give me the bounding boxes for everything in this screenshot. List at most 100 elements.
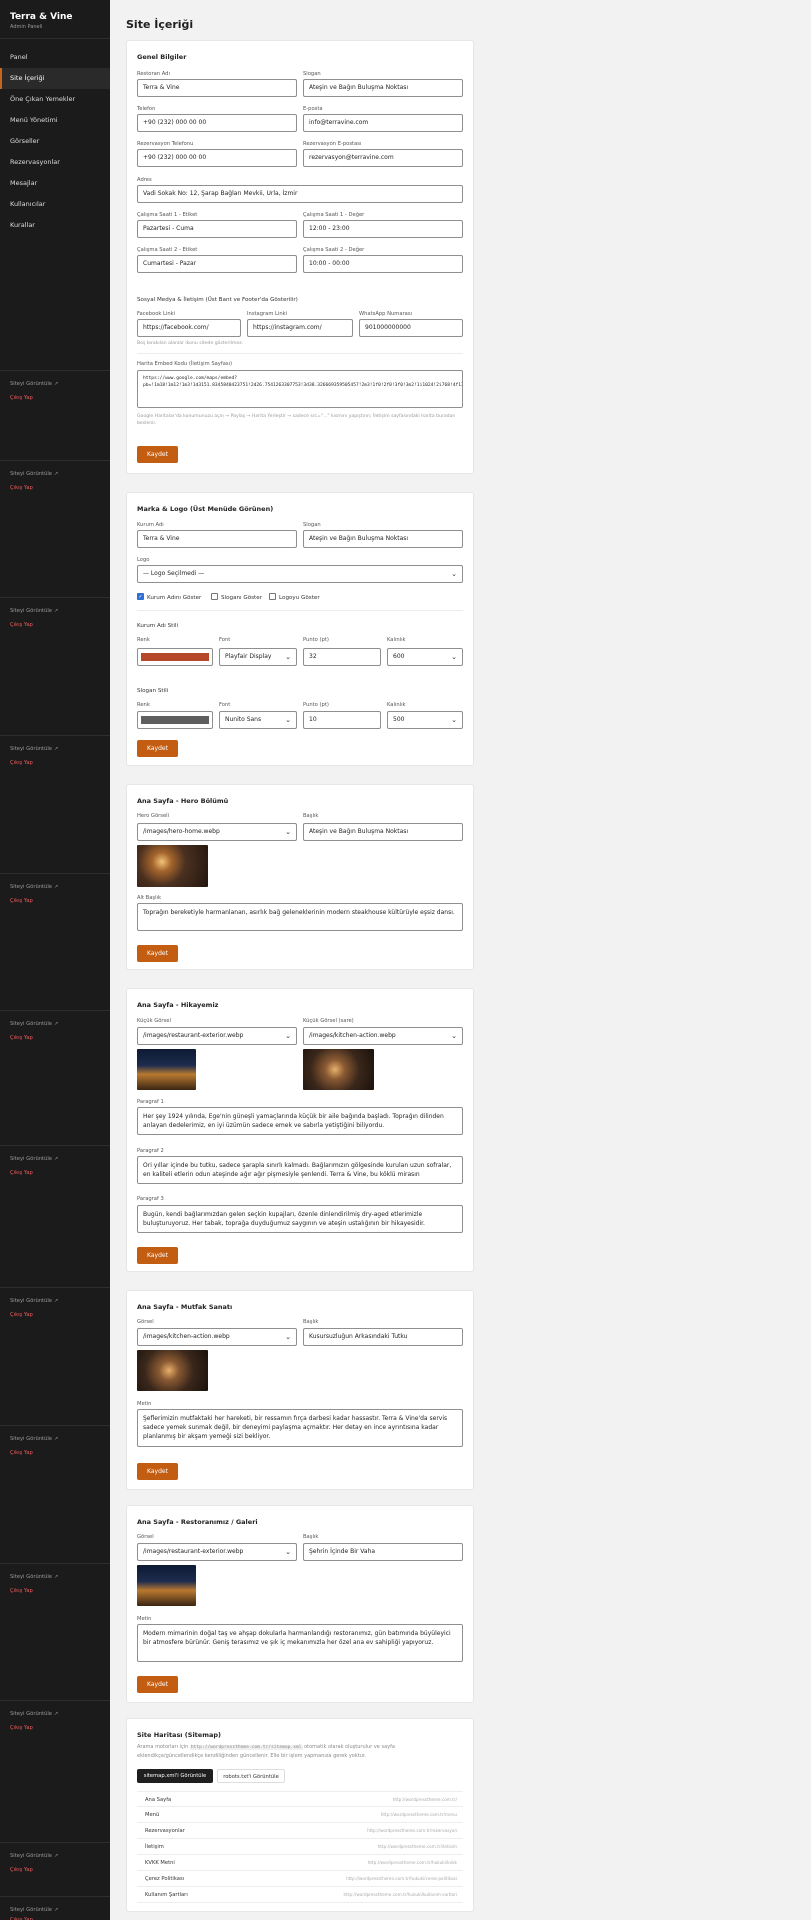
hours2-label-input[interactable]: Cumartesi - Pazar (137, 255, 297, 273)
name-font-select[interactable]: Playfair Display ⌄ (219, 648, 297, 666)
view-site-link[interactable]: Siteyi Görüntüle ↗ (10, 1907, 100, 1913)
logout-link[interactable]: Çıkış Yap (10, 760, 100, 766)
facebook-input[interactable]: https://facebook.com/ (137, 319, 241, 337)
instagram-input[interactable]: https://instagram.com/ (247, 319, 353, 337)
view-sitemap-button[interactable]: sitemap.xml'i Görüntüle (137, 1769, 213, 1783)
view-site-link[interactable]: Siteyi Görüntüle ↗ (10, 1853, 100, 1859)
logout-link[interactable]: Çıkış Yap (10, 1725, 100, 1731)
hours1-value-input[interactable]: 12:00 - 23:00 (303, 220, 463, 238)
logout-link[interactable]: Çıkış Yap (10, 1312, 100, 1318)
res-email-input[interactable]: rezervasyon@terravine.com (303, 149, 463, 167)
name-font-value: Playfair Display (225, 653, 272, 660)
view-site-link[interactable]: Siteyi Görüntüle ↗ (10, 1156, 100, 1162)
slogan-input[interactable]: Ateşin ve Bağın Buluşma Noktası (303, 79, 463, 97)
hours2-value-input[interactable]: 10:00 - 00:00 (303, 255, 463, 273)
logout-link[interactable]: Çıkış Yap (10, 1588, 100, 1594)
show-name-checkbox[interactable]: ✓ Kurum Adını Göster (137, 593, 201, 601)
sidebar-item-images[interactable]: Görseller (0, 131, 110, 152)
sidebar-item-panel[interactable]: Panel (0, 47, 110, 68)
address-input[interactable]: Vadi Sokak No: 12, Şarap Bağları Mevkii,… (137, 185, 463, 203)
logout-link[interactable]: Çıkış Yap (10, 395, 100, 401)
hero-sub-textarea[interactable]: Toprağın bereketiyle harmanlanan, asırlı… (137, 903, 463, 931)
map-embed-textarea[interactable]: https://www.google.com/maps/embed?pb=!1m… (137, 370, 463, 408)
name-size-input[interactable]: 32 (303, 648, 381, 666)
sidebar-nav: Panel Site İçeriği Öne Çıkan Yemekler Me… (0, 38, 110, 236)
divider (137, 610, 463, 611)
sidebar-item-featured[interactable]: Öne Çıkan Yemekler (0, 89, 110, 110)
logout-link[interactable]: Çıkış Yap (10, 1450, 100, 1456)
slogan-font-select[interactable]: Nunito Sans ⌄ (219, 711, 297, 729)
save-button[interactable]: Kaydet (137, 1676, 178, 1693)
save-button[interactable]: Kaydet (137, 1463, 178, 1480)
whatsapp-input[interactable]: 901000000000 (359, 319, 463, 337)
logout-link[interactable]: Çıkış Yap (10, 1867, 100, 1873)
p2-textarea[interactable]: Ori yıllar içinde bu tutku, sadece şarap… (137, 1156, 463, 1184)
sidebar-item-messages[interactable]: Mesajlar (0, 173, 110, 194)
table-row[interactable]: Ana Sayfa http://wordpresstheme.com.tr/ (137, 1791, 463, 1807)
slogan-color-picker[interactable] (137, 711, 213, 729)
story-small2-select[interactable]: /images/kitchen-action.webp ⌄ (303, 1027, 463, 1045)
hours1-label-input[interactable]: Pazartesi - Cuma (137, 220, 297, 238)
p3-textarea[interactable]: Bugün, kendi bağlarımızdan gelen seçkin … (137, 1205, 463, 1233)
p1-textarea[interactable]: Her şey 1924 yılında, Ege'nin güneşli ya… (137, 1107, 463, 1135)
logout-link[interactable]: Çıkış Yap (10, 622, 100, 628)
org-name-input[interactable]: Terra & Vine (137, 530, 297, 548)
sidebar-item-rules[interactable]: Kurallar (0, 215, 110, 236)
view-site-link[interactable]: Siteyi Görüntüle ↗ (10, 1298, 100, 1304)
view-robots-button[interactable]: robots.txt'i Görüntüle (217, 1769, 285, 1783)
logout-link[interactable]: Çıkış Yap (10, 1170, 100, 1176)
slogan-weight-select[interactable]: 500 ⌄ (387, 711, 463, 729)
external-link-icon: ↗ (53, 1574, 59, 1580)
view-site-link[interactable]: Siteyi Görüntüle ↗ (10, 1711, 100, 1717)
gallery-heading-input[interactable]: Şehrin İçinde Bir Vaha (303, 1543, 463, 1561)
table-row[interactable]: İletişim http://wordpresstheme.com.tr/ile… (137, 1839, 463, 1855)
kitchen-heading-input[interactable]: Kusursuzluğun Arkasındaki Tutku (303, 1328, 463, 1346)
row-name: Ana Sayfa (145, 1797, 172, 1803)
table-row[interactable]: Rezervasyonlar http://wordpresstheme.com.… (137, 1823, 463, 1839)
table-row[interactable]: Kullanım Şartları http://wordpresstheme.c… (137, 1887, 463, 1903)
table-row[interactable]: KVKK Metni http://wordpresstheme.com.tr/h… (137, 1855, 463, 1871)
view-site-link[interactable]: Siteyi Görüntüle ↗ (10, 608, 100, 614)
logout-link[interactable]: Çıkış Yap (10, 898, 100, 904)
sidebar-item-users[interactable]: Kullanıcılar (0, 194, 110, 215)
sitemap-description: Arama motorları için http://wordpressthe… (137, 1743, 437, 1760)
sidebar-item-reservations[interactable]: Rezervasyonlar (0, 152, 110, 173)
table-row[interactable]: Çerez Politikası http://wordpresstheme.co… (137, 1871, 463, 1887)
email-input[interactable]: info@terravine.com (303, 114, 463, 132)
restaurant-name-input[interactable]: Terra & Vine (137, 79, 297, 97)
view-site-link[interactable]: Siteyi Görüntüle ↗ (10, 471, 100, 477)
gallery-text-textarea[interactable]: Modern mimarinin doğal taş ve ahşap doku… (137, 1624, 463, 1662)
save-button[interactable]: Kaydet (137, 1247, 178, 1264)
view-site-link[interactable]: Siteyi Görüntüle ↗ (10, 884, 100, 890)
save-button[interactable]: Kaydet (137, 740, 178, 757)
logout-link[interactable]: Çıkış Yap (10, 485, 100, 491)
sidebar-item-site-content[interactable]: Site İçeriği (0, 68, 110, 89)
table-row[interactable]: Menü http://wordpresstheme.com.tr/menu (137, 1807, 463, 1823)
gallery-image-select[interactable]: /images/restaurant-exterior.webp ⌄ (137, 1543, 297, 1561)
view-site-link[interactable]: Siteyi Görüntüle ↗ (10, 1436, 100, 1442)
kitchen-text-textarea[interactable]: Şeflerimizin mutfaktaki her hareketi, bi… (137, 1409, 463, 1447)
view-site-link[interactable]: Siteyi Görüntüle ↗ (10, 746, 100, 752)
brand-slogan-input[interactable]: Ateşin ve Bağın Buluşma Noktası (303, 530, 463, 548)
phone-input[interactable]: +90 (232) 000 00 00 (137, 114, 297, 132)
hero-image-select[interactable]: /images/hero-home.webp ⌄ (137, 823, 297, 841)
name-weight-select[interactable]: 600 ⌄ (387, 648, 463, 666)
logout-link[interactable]: Çıkış Yap (10, 1035, 100, 1041)
slogan-weight-value: 500 (393, 716, 405, 723)
hero-heading-input[interactable]: Ateşin ve Bağın Buluşma Noktası (303, 823, 463, 841)
row-url: http://wordpresstheme.com.tr/hukuki/cere… (346, 1876, 457, 1881)
slogan-size-input[interactable]: 10 (303, 711, 381, 729)
logo-select[interactable]: — Logo Seçilmedi — ⌄ (137, 565, 463, 583)
sidebar-item-menu[interactable]: Menü Yönetimi (0, 110, 110, 131)
save-button[interactable]: Kaydet (137, 945, 178, 962)
kitchen-image-select[interactable]: /images/kitchen-action.webp ⌄ (137, 1328, 297, 1346)
story-small-select[interactable]: /images/restaurant-exterior.webp ⌄ (137, 1027, 297, 1045)
res-phone-input[interactable]: +90 (232) 000 00 00 (137, 149, 297, 167)
view-site-link[interactable]: Siteyi Görüntüle ↗ (10, 381, 100, 387)
save-button[interactable]: Kaydet (137, 446, 178, 463)
view-site-link[interactable]: Siteyi Görüntüle ↗ (10, 1021, 100, 1027)
name-color-picker[interactable] (137, 648, 213, 666)
view-site-link[interactable]: Siteyi Görüntüle ↗ (10, 1574, 100, 1580)
show-logo-checkbox[interactable]: Logoyu Göster (269, 593, 320, 601)
show-slogan-checkbox[interactable]: Sloganı Göster (211, 593, 262, 601)
